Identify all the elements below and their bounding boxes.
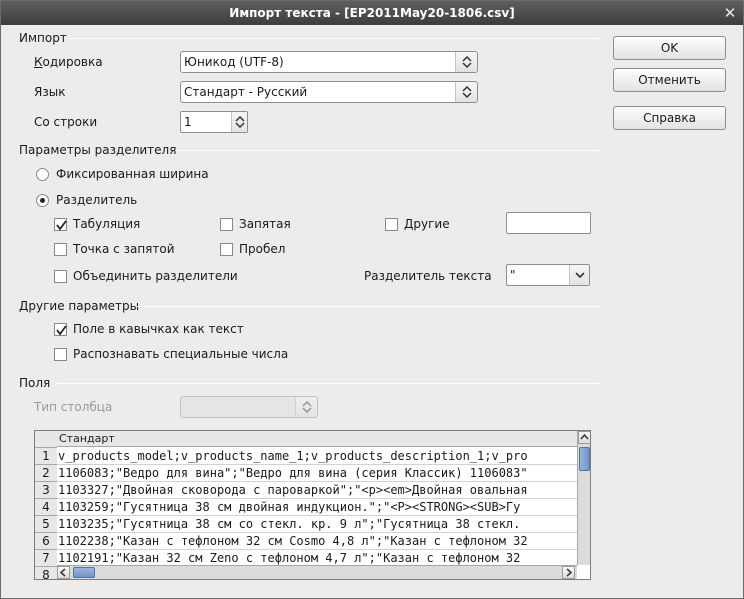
from-row-value: 1 [184,115,192,129]
table-row[interactable]: v_products_model;v_products_name_1;v_pro… [57,448,577,465]
import-separator [69,38,599,39]
table-row[interactable]: 1102238;"Казан с тефлоном 32 см Cosmo 4,… [57,533,577,550]
semicolon-label: Точка с запятой [73,242,175,256]
space-label: Пробел [239,242,286,256]
help-button[interactable]: Справка [613,106,726,130]
horizontal-scroll-thumb[interactable] [73,567,95,578]
from-row-spinner[interactable]: 1 [180,111,248,133]
spin-arrows-icon[interactable] [231,112,247,132]
merge-delimiters-checkbox[interactable] [54,270,67,283]
tab-label: Табуляция [73,217,141,231]
checkmark-icon [56,220,67,231]
table-row[interactable]: 1103327;"Двойная сковорода с пароваркой"… [57,482,577,499]
updown-arrow-icon [295,397,317,417]
row-number: 4 [35,499,57,516]
vertical-scrollbar[interactable] [577,431,590,565]
other-label: Другие [404,217,450,231]
column-type-label: Тип столбца [34,400,113,414]
row-number: 5 [35,516,57,533]
other-options-title: Другие параметры [19,299,140,313]
column-header[interactable]: Стандарт [57,431,577,447]
scroll-left-icon[interactable] [57,566,70,579]
row-number: 7 [35,550,57,567]
encoding-select[interactable]: Юникод (UTF-8) [180,51,478,73]
language-label: Язык [34,85,66,99]
import-text-dialog: Импорт текста - [EP2011May20-1806.csv] ✕… [0,0,744,599]
encoding-label: Кодировка [34,55,103,69]
text-delimiter-select[interactable]: " [506,264,590,286]
quoted-as-text-label: Поле в кавычках как текст [73,322,244,336]
import-section-title: Импорт [19,31,67,45]
column-type-select[interactable] [180,396,318,418]
fixed-width-label: Фиксированная ширина [56,167,209,181]
merge-delimiters-label: Объединить разделители [73,269,238,283]
ok-button[interactable]: OK [613,36,726,60]
comma-checkbox[interactable] [220,218,233,231]
window-title: Импорт текста - [EP2011May20-1806.csv] [229,6,515,20]
separator-options-separator [175,150,599,151]
row-number: 8 [35,567,57,579]
horizontal-scrollbar[interactable] [57,565,577,579]
fixed-width-radio[interactable] [36,168,49,181]
language-select[interactable]: Стандарт - Русский [180,81,478,103]
semicolon-checkbox[interactable] [54,243,67,256]
corner-cell [35,431,57,448]
row-number: 3 [35,482,57,499]
separated-label: Разделитель [56,193,138,207]
encoding-value: Юникод (UTF-8) [184,55,284,69]
text-delimiter-value: " [510,268,516,282]
fields-separator [57,383,599,384]
other-separator-input[interactable] [506,212,591,234]
table-row[interactable]: 1103235;"Гусятница 38 см со стекл. кр. 9… [57,516,577,533]
scroll-up-icon[interactable] [578,431,590,444]
updown-arrow-icon[interactable] [455,82,477,102]
checkmark-icon [56,325,67,336]
close-icon[interactable]: ✕ [721,4,739,22]
detect-special-numbers-checkbox[interactable] [54,348,67,361]
separator-section-title: Параметры разделителя [19,143,177,157]
scroll-right-icon[interactable] [562,566,575,579]
updown-arrow-icon[interactable] [455,52,477,72]
row-number: 2 [35,465,57,482]
comma-label: Запятая [239,217,291,231]
table-row[interactable]: 1103259;"Гусятница 38 см двойная индукци… [57,499,577,516]
quoted-as-text-checkbox[interactable] [54,323,67,336]
text-delimiter-label: Разделитель текста [364,269,492,283]
other-checkbox[interactable] [385,218,398,231]
preview-grid[interactable]: Стандарт 1 v_products_model;v_products_na… [34,430,591,580]
table-row[interactable]: 1106083;"Ведро для вина";"Ведро для вина… [57,465,577,482]
from-row-label: Со строки [34,115,98,129]
separated-radio[interactable] [36,194,49,207]
chevron-down-icon[interactable] [569,265,589,285]
row-number: 1 [35,448,57,465]
row-number: 6 [35,533,57,550]
radio-dot-icon [40,198,45,203]
other-options-separator [137,306,599,307]
language-value: Стандарт - Русский [184,85,308,99]
title-bar[interactable]: Импорт текста - [EP2011May20-1806.csv] ✕ [1,1,743,25]
space-checkbox[interactable] [220,243,233,256]
detect-special-numbers-label: Распознавать специальные числа [73,347,289,361]
cancel-button[interactable]: Отменить [613,68,726,92]
tab-checkbox[interactable] [54,218,67,231]
fields-section-title: Поля [19,376,51,390]
vertical-scroll-thumb[interactable] [579,447,590,471]
